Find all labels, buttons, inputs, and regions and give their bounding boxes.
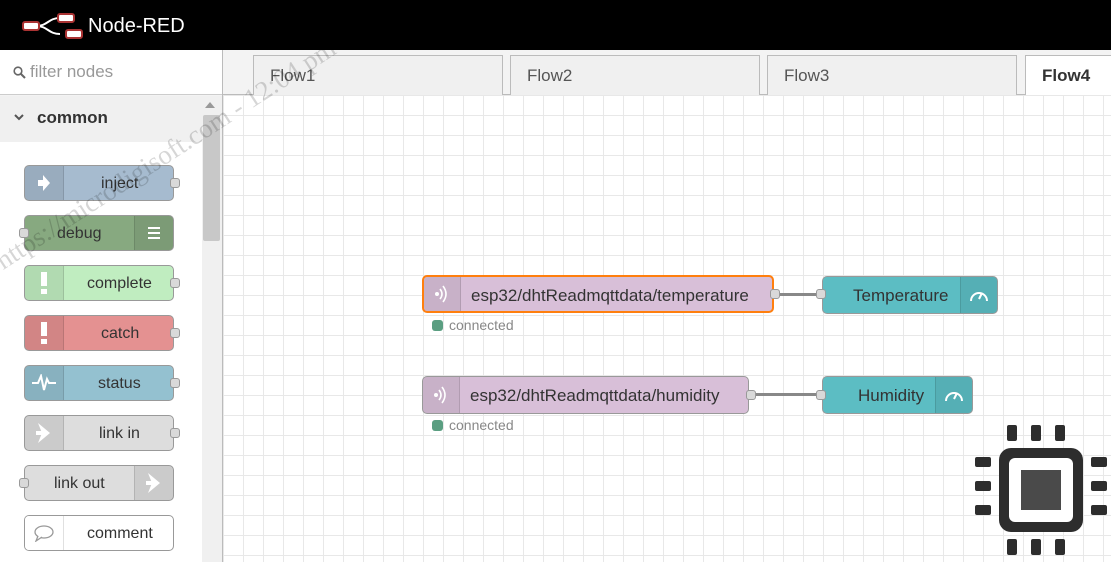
list-icon: [134, 216, 173, 250]
arrow-right-icon: [25, 166, 64, 200]
tab-label: Flow1: [270, 66, 316, 85]
mqtt-in-node-temperature[interactable]: esp32/dhtReadmqttdata/temperature: [422, 275, 780, 313]
tab-label: Flow4: [1042, 66, 1091, 85]
tab-label: Flow2: [527, 66, 573, 85]
palette-node-label: link in: [99, 425, 140, 442]
output-port[interactable]: [746, 390, 756, 400]
palette-node-comment[interactable]: comment: [24, 515, 174, 551]
palette-node-link-out[interactable]: link out: [19, 465, 174, 501]
speech-bubble-icon: [25, 516, 64, 550]
palette-node-label: comment: [87, 525, 153, 542]
exclamation-icon: [25, 316, 64, 350]
status-text: connected: [449, 417, 514, 433]
filter-nodes-input[interactable]: [30, 61, 210, 83]
tab-flow4[interactable]: Flow4: [1025, 55, 1111, 96]
tab-flow3[interactable]: Flow3: [767, 55, 1017, 95]
palette-node-label: link out: [54, 475, 105, 492]
palette-node-label: inject: [101, 175, 139, 192]
output-port[interactable]: [170, 428, 180, 438]
wire-humidity[interactable]: [751, 393, 822, 396]
mqtt-in-node-humidity[interactable]: esp32/dhtReadmqttdata/humidity: [422, 376, 756, 414]
exclamation-icon: [25, 266, 64, 300]
palette-node-complete[interactable]: complete: [24, 265, 180, 301]
input-port[interactable]: [816, 390, 826, 400]
gauge-icon: [935, 377, 972, 413]
output-port[interactable]: [170, 378, 180, 388]
node-status-temperature: connected: [432, 317, 514, 333]
tab-flow2[interactable]: Flow2: [510, 55, 760, 95]
output-port[interactable]: [170, 278, 180, 288]
node-red-logo-icon: [22, 13, 83, 39]
status-dot: [432, 420, 443, 431]
pulse-icon: [25, 366, 64, 400]
gauge-node-temperature[interactable]: Temperature: [816, 276, 998, 314]
node-label: esp32/dhtReadmqttdata/temperature: [471, 286, 749, 305]
palette-node-label: catch: [101, 325, 140, 342]
node-palette: common inject debug complete catch: [0, 50, 223, 562]
wireless-icon: [424, 277, 461, 311]
app-header: Node-RED: [0, 0, 1111, 50]
output-port[interactable]: [770, 289, 780, 299]
link-arrow-icon: [25, 416, 64, 450]
scrollbar-thumb[interactable]: [203, 115, 220, 241]
node-label: Humidity: [858, 386, 925, 405]
node-status-humidity: connected: [432, 417, 514, 433]
chevron-down-icon: [14, 114, 24, 121]
palette-node-label: complete: [87, 275, 152, 292]
status-text: connected: [449, 317, 514, 333]
tab-label: Flow3: [784, 66, 830, 85]
node-label: esp32/dhtReadmqttdata/humidity: [470, 386, 720, 405]
input-port[interactable]: [816, 289, 826, 299]
gauge-icon: [960, 277, 997, 313]
palette-node-status[interactable]: status: [24, 365, 180, 401]
microchip-logo-icon: [975, 425, 1107, 555]
tab-flow1[interactable]: Flow1: [253, 55, 503, 95]
link-arrow-icon: [134, 466, 173, 500]
output-port[interactable]: [170, 328, 180, 338]
palette-node-link-in[interactable]: link in: [24, 415, 180, 451]
status-dot: [432, 320, 443, 331]
palette-filter: [0, 50, 222, 95]
output-port[interactable]: [170, 178, 180, 188]
palette-node-label: status: [98, 375, 141, 392]
app-title: Node-RED: [88, 15, 185, 37]
workspace-tabs: Flow1 Flow2 Flow3 Flow4: [223, 50, 1111, 96]
node-label: Temperature: [853, 286, 949, 305]
category-common-header[interactable]: common: [0, 96, 202, 142]
search-icon: [13, 66, 26, 79]
scroll-up-arrow-icon[interactable]: [205, 102, 215, 108]
palette-node-inject[interactable]: inject: [24, 165, 180, 201]
palette-node-debug[interactable]: debug: [19, 215, 174, 251]
wireless-icon: [423, 377, 460, 413]
input-port[interactable]: [19, 228, 29, 238]
gauge-node-humidity[interactable]: Humidity: [816, 376, 973, 414]
category-label: common: [37, 108, 108, 127]
palette-node-label: debug: [57, 225, 102, 242]
palette-node-catch[interactable]: catch: [24, 315, 180, 351]
input-port[interactable]: [19, 478, 29, 488]
